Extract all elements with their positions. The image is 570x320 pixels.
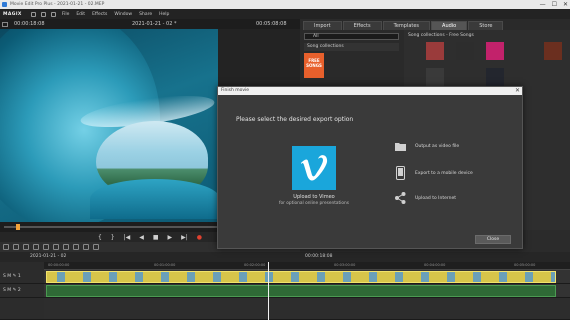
- track-control[interactable]: [0, 298, 44, 320]
- ruler-tick: 00:01:00:00: [154, 263, 176, 267]
- folder-song-collections[interactable]: Song collections: [304, 43, 399, 51]
- step-forward-icon[interactable]: ▶|: [181, 234, 188, 241]
- menu-file[interactable]: File: [61, 12, 71, 17]
- magix-logo: MAGIX: [3, 11, 22, 17]
- marker-icon[interactable]: [93, 244, 99, 250]
- timeline-track[interactable]: [44, 298, 570, 320]
- close-button[interactable]: Close: [475, 235, 511, 244]
- split-icon[interactable]: [43, 244, 49, 250]
- save-icon[interactable]: [40, 11, 46, 17]
- tab-audio[interactable]: Audio: [431, 21, 468, 30]
- vimeo-upload-button[interactable]: [292, 146, 336, 190]
- ruler-tick: 00:05:00:00: [514, 263, 536, 267]
- mark-in-icon[interactable]: {: [98, 234, 102, 241]
- jump-start-icon[interactable]: |◀: [124, 234, 131, 241]
- folder-icon: [395, 142, 406, 151]
- scrubber-handle[interactable]: [16, 224, 20, 230]
- step-back-icon[interactable]: ◀: [139, 234, 144, 241]
- app-icon: [2, 2, 7, 7]
- maximize-button[interactable]: ☐: [552, 1, 557, 8]
- redo-icon[interactable]: [13, 244, 19, 250]
- menu-share[interactable]: Share: [138, 12, 153, 17]
- option-label: Output as video file: [415, 143, 460, 149]
- timeline-ruler[interactable]: 00:00:00:00 00:01:00:00 00:02:00:00 00:0…: [44, 262, 570, 270]
- video-clip[interactable]: [46, 271, 556, 283]
- menu-window[interactable]: Window: [113, 12, 133, 17]
- preview-duration: 00:05:08:08: [256, 21, 287, 27]
- album-thumbnail[interactable]: [426, 68, 444, 86]
- option-upload-internet[interactable]: Upload to Internet: [395, 191, 456, 205]
- mobile-device-icon: [396, 166, 405, 180]
- album-thumbnail[interactable]: [456, 42, 474, 60]
- new-file-icon[interactable]: [30, 11, 36, 17]
- monitor-icon[interactable]: [2, 21, 8, 27]
- preview-title[interactable]: 2021-01-21 - 02 *: [132, 21, 177, 27]
- vimeo-label: Upload to Vimeo: [293, 194, 335, 200]
- window-titlebar: Movie Edit Pro Plus - 2021-01-21 - 02.ME…: [0, 0, 570, 9]
- preview-header: 00:00:18:08 2021-01-21 - 02 * 00:05:08:0…: [0, 19, 300, 29]
- album-thumbnail[interactable]: [426, 42, 444, 60]
- track-control[interactable]: S M ✎ 1: [0, 270, 44, 284]
- tab-effects[interactable]: Effects: [342, 21, 382, 30]
- timeline-track[interactable]: [44, 284, 570, 298]
- open-folder-icon[interactable]: [50, 11, 56, 17]
- timeline-project-tab[interactable]: 2021-01-21 - 02: [30, 254, 66, 259]
- option-export-mobile[interactable]: Export to a mobile device: [395, 166, 473, 180]
- link-icon[interactable]: [73, 244, 79, 250]
- timeline-timecode: 00:00:18:08: [305, 254, 333, 259]
- window-title: Movie Edit Pro Plus - 2021-01-21 - 02.ME…: [10, 2, 105, 7]
- ruler-tick: 00:03:00:00: [334, 263, 356, 267]
- trim-icon[interactable]: [53, 244, 59, 250]
- close-window-button[interactable]: ✕: [563, 1, 568, 8]
- group-icon[interactable]: [63, 244, 69, 250]
- finish-movie-dialog: Finish movie ✕ Please select the desired…: [217, 86, 523, 249]
- record-icon[interactable]: ●: [197, 234, 202, 241]
- tab-store[interactable]: Store: [468, 21, 504, 30]
- track-number: 1: [17, 274, 21, 279]
- video-preview[interactable]: [0, 29, 218, 222]
- dialog-title: Finish movie: [218, 87, 522, 95]
- ruler-tick: 00:02:00:00: [244, 263, 266, 267]
- vimeo-sublabel: for optional online presentations: [279, 201, 349, 206]
- tab-import[interactable]: Import: [303, 21, 342, 30]
- track-number: 2: [17, 288, 21, 293]
- audio-clip[interactable]: [46, 285, 556, 297]
- free-songs-thumbnail[interactable]: FREE SONGS: [304, 53, 324, 78]
- album-thumbnail[interactable]: [544, 42, 562, 60]
- album-thumbnail[interactable]: [486, 42, 504, 60]
- option-output-video-file[interactable]: Output as video file: [395, 139, 459, 153]
- timeline-track[interactable]: [44, 270, 570, 284]
- album-thumbnail[interactable]: [486, 68, 504, 86]
- snap-icon[interactable]: [83, 244, 89, 250]
- window-controls: — ☐ ✕: [540, 0, 568, 9]
- delete-icon[interactable]: [23, 244, 29, 250]
- option-label: Upload to Internet: [415, 195, 457, 201]
- cut-icon[interactable]: [33, 244, 39, 250]
- media-path: Song collections - Free Songs: [408, 33, 474, 38]
- ruler-tick: 00:00:00:00: [48, 263, 70, 267]
- stop-icon[interactable]: ■: [153, 234, 159, 241]
- timeline-header: 2021-01-21 - 02 00:00:18:08: [0, 252, 570, 262]
- menu-edit[interactable]: Edit: [75, 12, 86, 17]
- share-icon: [395, 192, 406, 204]
- vimeo-icon: [301, 155, 328, 181]
- media-pool-tabs: Import Effects Templates Audio Store: [300, 19, 570, 30]
- menu-help[interactable]: Help: [158, 12, 170, 17]
- dialog-heading: Please select the desired export option: [236, 116, 354, 123]
- close-icon[interactable]: ✕: [515, 87, 520, 95]
- minimize-button[interactable]: —: [540, 1, 546, 8]
- preview-timecode: 00:00:18:08: [14, 21, 45, 27]
- play-icon[interactable]: ▶: [168, 234, 173, 241]
- track-control[interactable]: S M ✎ 2: [0, 284, 44, 298]
- undo-icon[interactable]: [3, 244, 9, 250]
- ruler-tick: 00:04:00:00: [424, 263, 446, 267]
- menubar: MAGIX File Edit Effects Window Share Hel…: [0, 9, 570, 19]
- option-label: Export to a mobile device: [415, 170, 473, 176]
- menu-effects[interactable]: Effects: [91, 12, 108, 17]
- tab-templates[interactable]: Templates: [382, 21, 431, 30]
- mark-out-icon[interactable]: }: [111, 234, 115, 241]
- playhead[interactable]: [268, 262, 269, 320]
- filter-dropdown[interactable]: All: [304, 33, 399, 40]
